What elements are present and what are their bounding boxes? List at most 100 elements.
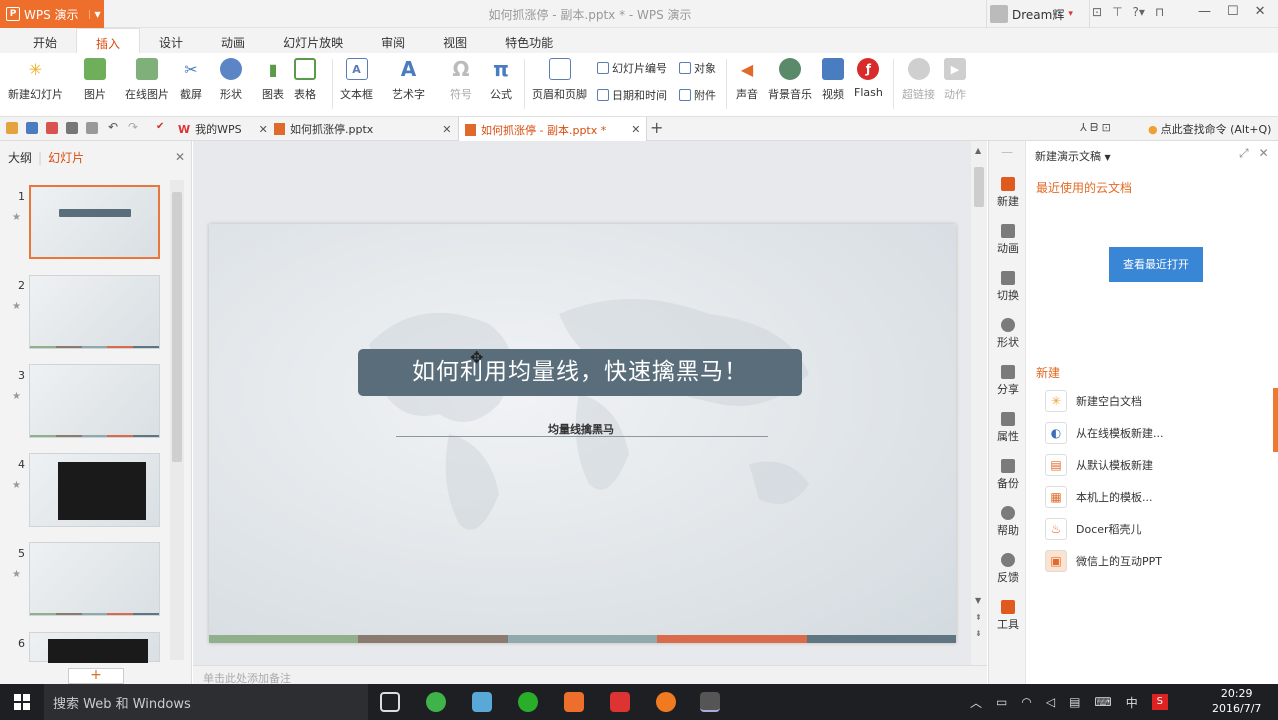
chart-button[interactable]: ▮ 图表 — [262, 58, 284, 102]
skin-icon[interactable]: ⊡ — [1092, 5, 1102, 19]
sound-button[interactable]: ◀ 声音 — [736, 58, 758, 102]
table-button[interactable]: 表格 — [294, 58, 316, 102]
formula-button[interactable]: π 公式 — [490, 57, 512, 102]
side-shape[interactable]: 形状 — [989, 318, 1027, 350]
slide-subtitle[interactable]: 均量线擒黑马 — [449, 421, 713, 437]
side-share[interactable]: 分享 — [989, 365, 1027, 397]
close-tab-icon[interactable]: ✕ — [259, 123, 268, 136]
pdf-icon[interactable] — [46, 122, 58, 134]
slide-thumb-3[interactable] — [29, 364, 160, 438]
minimize-icon[interactable]: — — [1198, 4, 1211, 19]
side-feedback[interactable]: 反馈 — [989, 553, 1027, 585]
action-button[interactable]: ▶ 动作 — [944, 58, 966, 102]
clock[interactable]: 20:29 2016/7/7 — [1212, 686, 1261, 716]
print-icon[interactable] — [66, 122, 78, 134]
side-tools[interactable]: 工具 — [989, 600, 1027, 632]
add-tab-icon[interactable]: + — [650, 118, 663, 137]
tab-insert[interactable]: 插入 — [76, 28, 141, 53]
tab-slideshow[interactable]: 幻灯片放映 — [264, 28, 362, 53]
start-button[interactable] — [0, 684, 44, 720]
flash-button[interactable]: ƒ Flash — [854, 58, 883, 99]
more-icon[interactable]: ✔ — [156, 121, 168, 133]
taskbar-search[interactable]: 搜索 Web 和 Windows — [44, 684, 368, 720]
save-icon[interactable] — [26, 122, 38, 134]
maximize-icon[interactable]: ☐ — [1227, 4, 1239, 19]
shape-button[interactable]: 形状 — [220, 58, 242, 102]
attachment-button[interactable]: 附件 — [679, 87, 716, 103]
expand-icon[interactable]: ⤢ — [1239, 146, 1249, 161]
slide-number-button[interactable]: 幻灯片编号 — [597, 60, 667, 76]
keyboard-icon[interactable]: ⌨ — [1094, 695, 1111, 709]
close-tab-icon[interactable]: ✕ — [631, 123, 640, 136]
pdf-app-icon[interactable] — [610, 692, 630, 712]
side-properties[interactable]: 属性 — [989, 412, 1027, 444]
side-animation[interactable]: 动画 — [989, 224, 1027, 256]
notes-area[interactable]: 单击此处添加备注 — [193, 665, 987, 685]
tab-start[interactable]: 开始 — [14, 28, 76, 53]
date-time-button[interactable]: 日期和时间 — [597, 87, 667, 103]
screenshot-button[interactable]: ✂ 截屏 — [180, 58, 202, 102]
side-backup[interactable]: 备份 — [989, 459, 1027, 491]
scroll-down-icon[interactable]: ▼ — [975, 596, 981, 605]
recorder-icon[interactable] — [700, 692, 720, 712]
ime-indicator[interactable]: 中 — [1126, 694, 1138, 711]
tab-review[interactable]: 审阅 — [362, 28, 424, 53]
wps-tray-icon[interactable]: S — [1151, 694, 1168, 710]
wps-presentation-icon[interactable] — [564, 692, 584, 712]
tab-animation[interactable]: 动画 — [202, 28, 264, 53]
app-menu-button[interactable]: P WPS 演示 ▼ — [0, 0, 104, 28]
docer-item[interactable]: ♨ Docer稻壳儿 — [1045, 518, 1142, 540]
battery-icon[interactable]: ▭ — [996, 695, 1007, 709]
doc-tab-original[interactable]: 如何抓涨停.pptx ✕ — [268, 117, 458, 141]
wechat-icon[interactable] — [518, 692, 538, 712]
view-recent-button[interactable]: 查看最近打开 — [1109, 247, 1203, 282]
doc-tab-copy[interactable]: 如何抓涨停 - 副本.pptx * ✕ — [458, 117, 648, 142]
tab-slides[interactable]: 幻灯片 — [48, 149, 84, 166]
bg-music-button[interactable]: 背景音乐 — [768, 58, 812, 102]
slide-panel-scrollbar[interactable] — [170, 180, 184, 660]
close-icon[interactable]: ✕ — [1255, 4, 1266, 19]
preview-icon[interactable] — [86, 122, 98, 134]
slide-thumb-6[interactable] — [29, 632, 160, 663]
hyperlink-button[interactable]: 超链接 — [902, 58, 935, 102]
symbol-button[interactable]: Ω 符号 — [450, 57, 472, 102]
wifi-icon[interactable]: ◠ — [1021, 695, 1031, 709]
new-from-online-template[interactable]: ◐ 从在线模板新建... — [1045, 422, 1164, 444]
header-footer-button[interactable]: 页眉和页脚 — [532, 58, 587, 102]
video-button[interactable]: 视频 — [822, 58, 844, 102]
undo-icon[interactable]: ↶ — [108, 120, 120, 134]
redo-icon[interactable]: ↷ — [128, 120, 140, 134]
picture-button[interactable]: 图片 — [84, 58, 106, 102]
volume-icon[interactable]: ◁ — [1046, 695, 1055, 709]
open-icon[interactable] — [6, 122, 18, 134]
close-panel-icon[interactable]: ✕ — [175, 150, 185, 164]
tray-up-icon[interactable]: ︿ — [970, 694, 982, 711]
new-slide-button[interactable]: ✳ 新建幻灯片 — [8, 58, 63, 102]
wordart-button[interactable]: A 艺术字 — [392, 57, 425, 102]
slide-thumb-5[interactable] — [29, 542, 160, 616]
task-view-icon[interactable] — [380, 692, 400, 712]
app-icon[interactable] — [472, 692, 492, 712]
textbox-button[interactable]: A 文本框 — [340, 58, 373, 102]
bookmark-icon[interactable]: ⊓ — [1155, 5, 1164, 19]
side-expand-tab[interactable] — [1273, 388, 1278, 452]
local-template[interactable]: ▦ 本机上的模板... — [1045, 486, 1153, 508]
new-blank-doc[interactable]: ✳ 新建空白文档 — [1045, 390, 1142, 412]
slide-canvas[interactable]: 如何利用均量线，快速擒黑马！ 均量线擒黑马 — [209, 224, 956, 643]
toolbar-icons[interactable]: ⅄ ᗷ ⊡ — [1080, 121, 1111, 135]
shirt-icon[interactable]: ⊤ — [1112, 5, 1122, 19]
collapse-icon[interactable]: — — [1001, 145, 1013, 159]
next-slide-icon[interactable]: ⇟ — [975, 629, 982, 638]
scroll-thumb[interactable] — [974, 167, 984, 207]
close-tab-icon[interactable]: ✕ — [442, 123, 451, 136]
new-from-default-template[interactable]: ▤ 从默认模板新建 — [1045, 454, 1153, 476]
doc-tab-mywps[interactable]: W 我的WPS ✕ — [172, 117, 274, 141]
browser-icon[interactable] — [426, 692, 446, 712]
scroll-up-icon[interactable]: ▲ — [975, 146, 981, 155]
prev-slide-icon[interactable]: ⇞ — [975, 613, 982, 622]
user-account[interactable]: Dream辉 ▾ — [986, 0, 1090, 28]
find-command[interactable]: ● 点此查找命令 (Alt+Q) — [1148, 121, 1271, 137]
slide-thumb-1[interactable] — [29, 185, 160, 259]
tab-special[interactable]: 特色功能 — [486, 28, 572, 53]
tab-design[interactable]: 设计 — [140, 28, 202, 53]
